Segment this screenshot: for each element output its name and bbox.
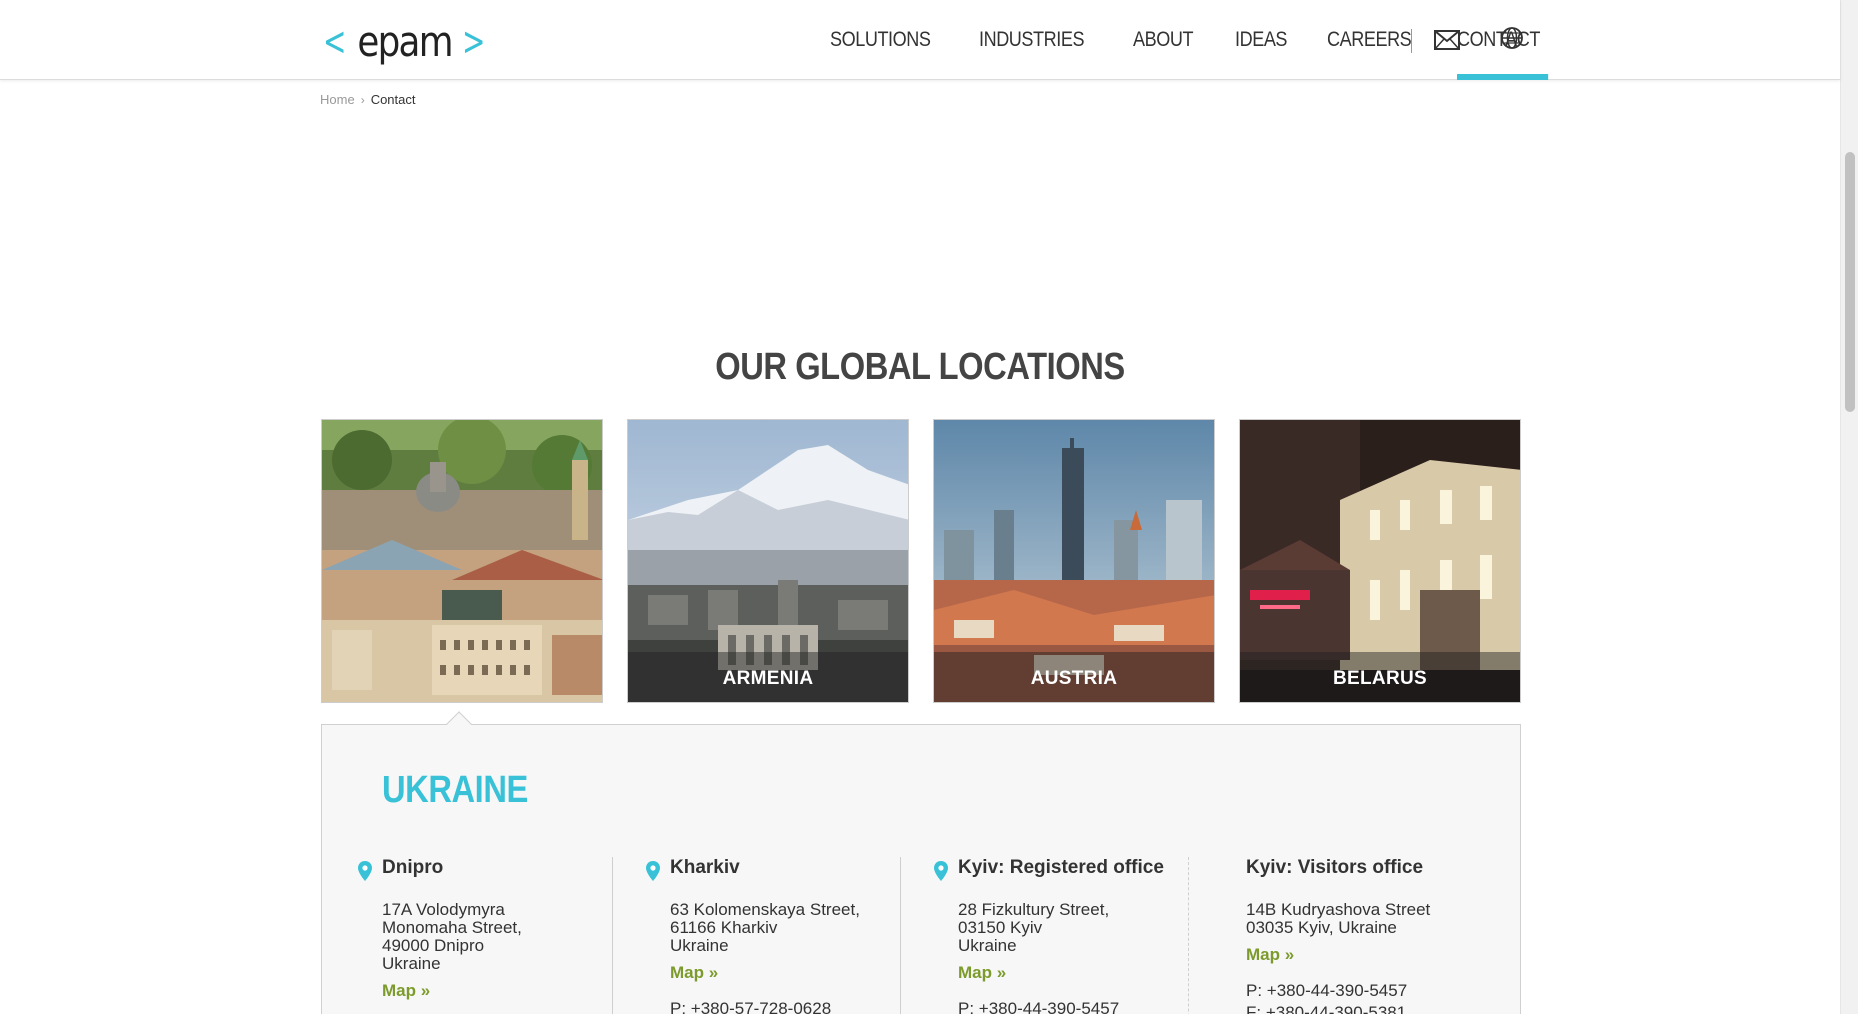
location-pin-icon	[934, 861, 948, 881]
card-label: BELARUS	[1333, 668, 1427, 689]
logo-bracket-left: <	[323, 19, 347, 65]
map-link[interactable]: Map »	[670, 963, 958, 983]
nav-about[interactable]: ABOUT	[1133, 0, 1193, 80]
globe-icon[interactable]	[1500, 26, 1524, 50]
address-line: Ukraine	[958, 936, 1017, 955]
address-line: Monomaha Street,	[382, 918, 522, 937]
office-name: Kyiv: Registered office	[958, 857, 1164, 878]
office-name: Dnipro	[382, 857, 444, 878]
office-address: 28 Fizkultury Street, 03150 Kyiv Ukraine	[958, 901, 1246, 955]
address-line: Ukraine	[670, 936, 729, 955]
location-pin-icon	[358, 861, 372, 881]
office-address: 14B Kudryashova Street 03035 Kyiv, Ukrai…	[1246, 901, 1534, 937]
address-line: 28 Fizkultury Street,	[958, 900, 1110, 919]
breadcrumb: Home › Contact	[320, 92, 416, 107]
address-line: 17A Volodymyra	[382, 900, 505, 919]
epam-logo[interactable]: < epam >	[318, 20, 490, 64]
office-kharkiv: Kharkiv 63 Kolomenskaya Street, 61166 Kh…	[646, 857, 958, 1014]
address-line: 49000 Dnipro	[382, 936, 485, 955]
panel-pointer	[446, 711, 472, 737]
location-cards: ARMENIA AUSTRIA BELARUS	[321, 419, 1521, 703]
location-card-austria[interactable]: AUSTRIA	[933, 419, 1215, 703]
address-line: 03035 Kyiv, Ukraine	[1246, 918, 1397, 937]
nav-industries[interactable]: INDUSTRIES	[979, 0, 1085, 80]
card-label: ARMENIA	[722, 668, 814, 689]
map-link[interactable]: Map »	[958, 963, 1246, 983]
location-card-armenia[interactable]: ARMENIA	[627, 419, 909, 703]
map-link[interactable]: Map »	[382, 981, 670, 1001]
site-header: < epam > SOLUTIONS INDUSTRIES ABOUT IDEA…	[0, 0, 1840, 80]
country-title: UKRAINE	[382, 769, 528, 811]
logo-text: epam	[356, 17, 453, 66]
breadcrumb-home[interactable]: Home	[320, 92, 355, 107]
address-line: 03150 Kyiv	[958, 918, 1043, 937]
office-address: 63 Kolomenskaya Street, 61166 Kharkiv Uk…	[670, 901, 958, 955]
logo-bracket-right: >	[461, 19, 486, 65]
nav-careers[interactable]: CAREERS	[1327, 0, 1412, 80]
nav-divider	[1411, 29, 1412, 53]
nav-contact[interactable]: CONTACT	[1457, 0, 1550, 80]
address-line: 61166 Kharkiv	[670, 918, 778, 937]
office-fax: F: +380-44-390-5381	[1246, 1003, 1407, 1014]
office-phone: P: +380-44-390-5457	[1246, 981, 1408, 1000]
address-line: Ukraine	[382, 954, 441, 973]
office-kyiv-visitors: Kyiv: Visitors office 14B Kudryashova St…	[1246, 857, 1534, 1014]
section-title: OUR GLOBAL LOCATIONS	[715, 346, 1125, 388]
location-card-belarus[interactable]: BELARUS	[1239, 419, 1521, 703]
address-line: 63 Kolomenskaya Street,	[670, 900, 860, 919]
breadcrumb-current: Contact	[370, 92, 416, 107]
nav-solutions[interactable]: SOLUTIONS	[830, 0, 931, 80]
card-label: AUSTRIA	[1030, 668, 1118, 689]
country-panel: UKRAINE Dnipro 17A Volodymyra Monomaha S…	[321, 711, 1521, 1014]
scrollbar[interactable]	[1840, 0, 1858, 1014]
scrollbar-thumb[interactable]	[1845, 152, 1855, 412]
city-rooftops-image	[322, 420, 602, 702]
address-line: 14B Kudryashova Street	[1246, 900, 1431, 919]
nav-ideas[interactable]: IDEAS	[1235, 0, 1287, 80]
location-card-ukraine[interactable]	[321, 419, 603, 703]
main-nav: SOLUTIONS INDUSTRIES ABOUT IDEAS CAREERS…	[830, 0, 1586, 80]
office-name: Kyiv: Visitors office	[1246, 857, 1424, 878]
office-name: Kharkiv	[670, 857, 740, 878]
office-kyiv-registered: Kyiv: Registered office 28 Fizkultury St…	[934, 857, 1246, 1014]
office-address: 17A Volodymyra Monomaha Street, 49000 Dn…	[382, 901, 670, 973]
breadcrumb-chevron-icon: ›	[360, 92, 365, 107]
map-link[interactable]: Map »	[1246, 945, 1534, 965]
mail-icon[interactable]	[1434, 30, 1460, 50]
office-dnipro: Dnipro 17A Volodymyra Monomaha Street, 4…	[358, 857, 670, 1001]
office-phone: P: +380-44-390-5457	[958, 999, 1120, 1014]
location-pin-icon	[646, 861, 660, 881]
office-phone: P: +380-57-728-0628	[670, 999, 832, 1014]
